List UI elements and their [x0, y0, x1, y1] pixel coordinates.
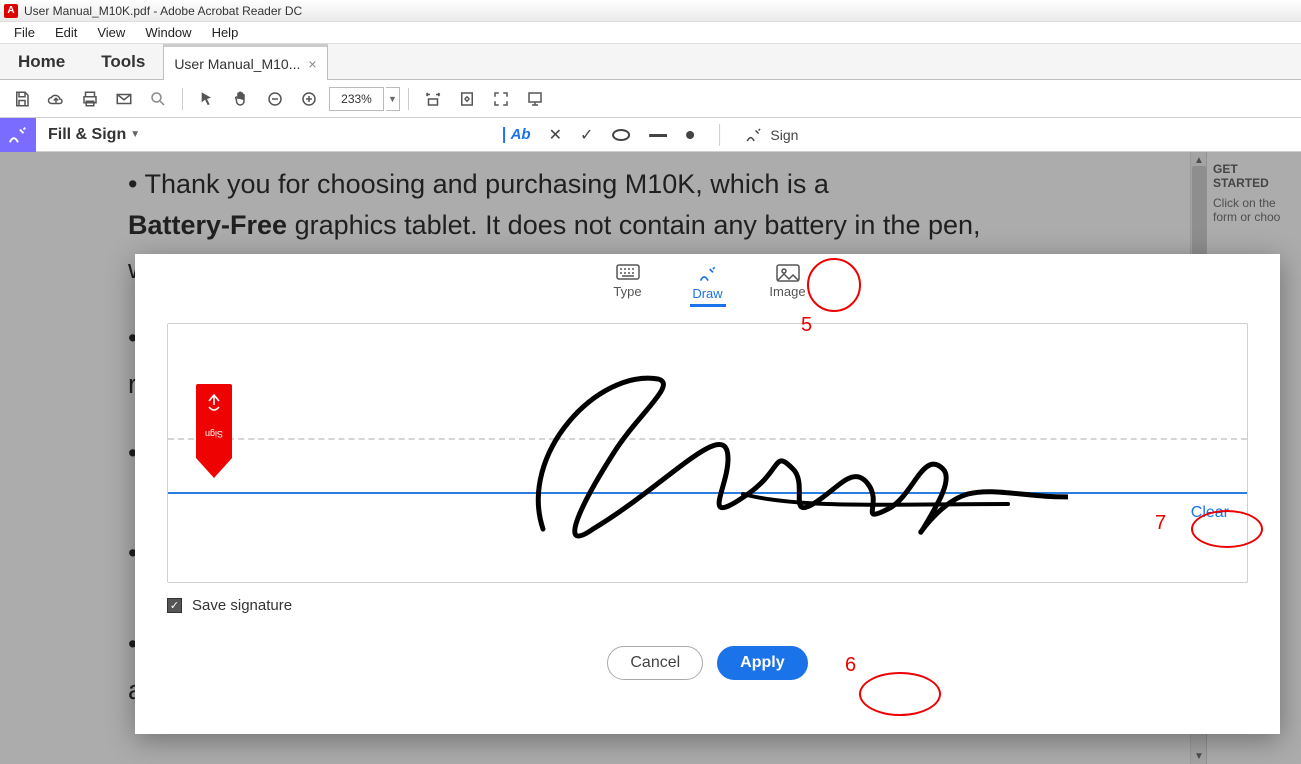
annotation-number: 6: [845, 654, 856, 677]
mail-icon[interactable]: [108, 83, 140, 115]
menu-file[interactable]: File: [4, 23, 45, 42]
right-panel-heading: GET STARTED: [1213, 162, 1295, 190]
signature-canvas[interactable]: Sign Clear: [167, 323, 1248, 583]
right-panel-text: Click on the: [1213, 196, 1295, 210]
fill-sign-icon[interactable]: [0, 118, 36, 152]
zoom-level[interactable]: 233%: [329, 87, 384, 111]
menu-window[interactable]: Window: [135, 23, 201, 42]
doc-line: Battery-Free graphics tablet. It does no…: [128, 205, 1150, 246]
fit-page-icon[interactable]: [451, 83, 483, 115]
zoom-dropdown-icon[interactable]: ▼: [386, 87, 400, 111]
fit-width-icon[interactable]: [417, 83, 449, 115]
main-toolbar: 233% ▼: [0, 80, 1301, 118]
tab-document-label: User Manual_M10...: [174, 56, 300, 72]
tab-tools[interactable]: Tools: [83, 44, 163, 79]
save-signature-label: Save signature: [192, 597, 292, 614]
check-tool-icon[interactable]: ✓: [580, 125, 593, 145]
tab-close-icon[interactable]: ×: [308, 56, 316, 72]
tabstrip: Home Tools User Manual_M10... ×: [0, 44, 1301, 80]
fill-sign-tools: Ab ✕ ✓ Sign: [503, 124, 799, 146]
window-titlebar: A User Manual_M10K.pdf - Adobe Acrobat R…: [0, 0, 1301, 22]
cloud-icon[interactable]: [40, 83, 72, 115]
x-tool-icon[interactable]: ✕: [549, 125, 562, 145]
app-icon: A: [4, 4, 18, 18]
fullscreen-icon[interactable]: [485, 83, 517, 115]
read-mode-icon[interactable]: [519, 83, 551, 115]
signature-dialog: Type Draw Image Sign: [135, 254, 1280, 734]
toolbar-separator: [719, 124, 720, 146]
text-tool[interactable]: Ab: [503, 126, 531, 143]
scroll-down-icon[interactable]: ▼: [1191, 748, 1207, 764]
menu-view[interactable]: View: [87, 23, 135, 42]
save-icon[interactable]: [6, 83, 38, 115]
content-area: • Thank you for choosing and purchasing …: [0, 152, 1301, 764]
sign-ribbon: Sign: [196, 384, 232, 478]
tab-document[interactable]: User Manual_M10... ×: [163, 44, 327, 80]
sig-tab-draw[interactable]: Draw: [683, 264, 733, 301]
sign-tool[interactable]: Sign: [744, 126, 798, 144]
save-signature-row: ✓ Save signature: [167, 597, 1248, 614]
scroll-thumb[interactable]: [1192, 166, 1206, 256]
tab-home[interactable]: Home: [0, 44, 83, 79]
sig-tab-type[interactable]: Type: [603, 264, 653, 301]
menubar: File Edit View Window Help: [0, 22, 1301, 44]
circle-tool-icon[interactable]: [611, 128, 631, 142]
sig-tab-image[interactable]: Image: [763, 264, 813, 301]
line-tool-icon[interactable]: [649, 132, 667, 138]
zoom-in-icon[interactable]: [293, 83, 325, 115]
save-nature-checkbox[interactable]: ✓: [167, 598, 182, 613]
menu-help[interactable]: Help: [202, 23, 249, 42]
annotation-number: 7: [1155, 512, 1166, 535]
apply-button[interactable]: Apply: [717, 646, 807, 680]
menu-edit[interactable]: Edit: [45, 23, 87, 42]
zoom-out-icon[interactable]: [259, 83, 291, 115]
toolbar-separator: [408, 88, 409, 110]
signature-mode-tabs: Type Draw Image: [135, 254, 1280, 305]
search-icon[interactable]: [142, 83, 174, 115]
svg-text:Sign: Sign: [205, 429, 223, 439]
window-title: User Manual_M10K.pdf - Adobe Acrobat Rea…: [24, 4, 302, 18]
print-icon[interactable]: [74, 83, 106, 115]
dialog-buttons: Cancel Apply: [135, 646, 1280, 680]
dot-tool-icon[interactable]: [685, 130, 695, 140]
toolbar-separator: [182, 88, 183, 110]
signature-drawing: [368, 354, 1068, 554]
cancel-button[interactable]: Cancel: [607, 646, 703, 680]
hand-tool-icon[interactable]: [225, 83, 257, 115]
right-panel-text: form or choo: [1213, 210, 1295, 224]
select-tool-icon[interactable]: [191, 83, 223, 115]
fill-sign-label[interactable]: Fill & Sign ▼: [36, 126, 152, 144]
annotation-number: 5: [801, 314, 812, 337]
doc-line: • Thank you for choosing and purchasing …: [128, 164, 1150, 205]
fill-sign-bar: Fill & Sign ▼ Ab ✕ ✓ Sign: [0, 118, 1301, 152]
clear-signature-button[interactable]: Clear: [1191, 504, 1229, 522]
